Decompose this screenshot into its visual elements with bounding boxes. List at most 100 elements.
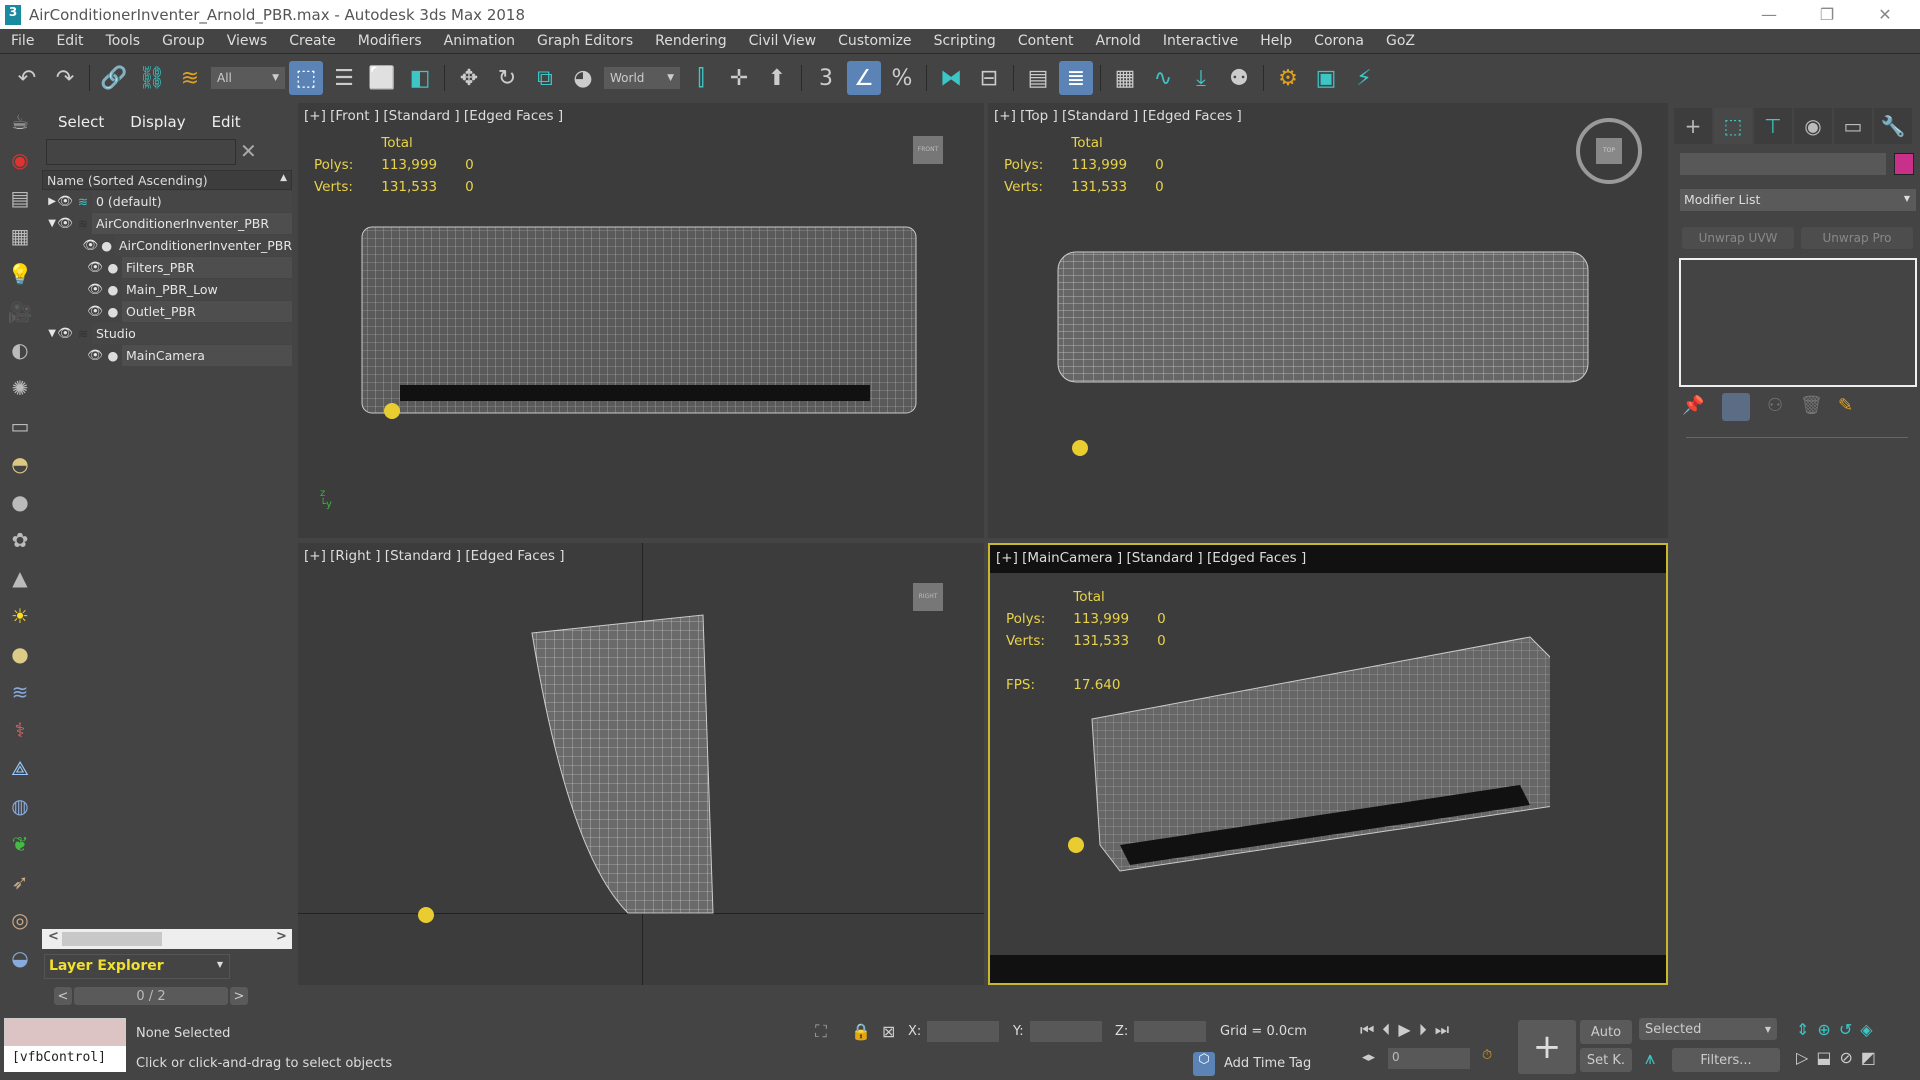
menu-edit[interactable]: Edit xyxy=(45,33,94,49)
window-crossing-icon[interactable]: ◧ xyxy=(403,61,437,95)
hierarchy-tab-icon[interactable]: ⊤ xyxy=(1754,108,1792,144)
viewport-right[interactable]: [+] [Right ] [Standard ] [Edged Faces ] … xyxy=(298,543,984,985)
render-icon[interactable]: ◉ xyxy=(0,141,40,179)
cone-icon[interactable]: ▲ xyxy=(0,559,40,597)
next-frame-icon[interactable]: ⏵ xyxy=(1419,1020,1435,1039)
maxscript-listener-pink[interactable] xyxy=(4,1018,126,1046)
orbit-subobject-icon[interactable]: ⊘ xyxy=(1839,1048,1860,1067)
percent-snap-icon[interactable]: % xyxy=(885,61,919,95)
set-key-button[interactable]: Set K. xyxy=(1580,1048,1632,1072)
viewcube[interactable]: RIGHT xyxy=(913,583,943,611)
select-by-name-icon[interactable]: ☰ xyxy=(327,61,361,95)
reference-coordinate-dropdown[interactable]: World ▼ xyxy=(604,67,680,89)
group-icon[interactable]: ▭ xyxy=(0,407,40,445)
teapot-icon[interactable]: ☕ xyxy=(0,103,40,141)
material-ball-icon[interactable]: ● xyxy=(0,635,40,673)
expand-toggle-icon[interactable]: ▼ xyxy=(42,218,56,229)
modify-tab-icon[interactable]: ⬚ xyxy=(1714,108,1752,144)
xref-icon[interactable]: ⟁ xyxy=(0,749,40,787)
foliage-icon[interactable]: ❦ xyxy=(0,825,40,863)
create-tab-icon[interactable]: + xyxy=(1674,108,1712,144)
zoom-icon[interactable]: ⇕ xyxy=(1796,1020,1817,1039)
absolute-mode-icon[interactable]: ⊠ xyxy=(882,1022,895,1041)
explorer-row[interactable]: ▶ 👁 ≋ 0 (default) xyxy=(42,190,292,212)
menu-interactive[interactable]: Interactive xyxy=(1152,33,1249,49)
next-page-button[interactable]: > xyxy=(230,987,248,1005)
link-icon[interactable]: 🔗 xyxy=(97,61,131,95)
menu-create[interactable]: Create xyxy=(278,33,347,49)
object-name-input[interactable] xyxy=(1680,153,1886,175)
menu-customize[interactable]: Customize xyxy=(827,33,923,49)
y-coordinate-field[interactable] xyxy=(1030,1021,1102,1042)
bone-icon[interactable]: ⚕ xyxy=(0,711,40,749)
set-key-large-button[interactable]: + xyxy=(1518,1020,1576,1074)
visibility-eye-icon[interactable]: 👁 xyxy=(56,193,74,209)
explorer-row[interactable]: ▼ 👁 ≋ Studio xyxy=(42,322,292,344)
move-icon[interactable]: ✥ xyxy=(452,61,486,95)
particle-icon[interactable]: ✿ xyxy=(0,521,40,559)
field-of-view-icon[interactable]: ▷ xyxy=(1796,1048,1816,1067)
show-end-result-icon[interactable] xyxy=(1722,393,1750,421)
isolate-selection-icon[interactable]: ⛶ xyxy=(815,1022,827,1042)
visibility-eye-icon[interactable]: 👁 xyxy=(56,325,74,341)
rectangular-selection-icon[interactable]: ⬜ xyxy=(365,61,399,95)
selection-filter-dropdown[interactable]: All ▼ xyxy=(211,67,285,89)
prev-page-button[interactable]: < xyxy=(54,987,72,1005)
menu-content[interactable]: Content xyxy=(1007,33,1085,49)
menu-file[interactable]: File xyxy=(0,33,45,49)
add-time-tag-button[interactable]: Add Time Tag xyxy=(1224,1056,1311,1071)
orbit-icon[interactable]: ↺ xyxy=(1839,1020,1860,1039)
keyboard-shortcut-override-icon[interactable]: ⬆ xyxy=(760,61,794,95)
scene-explorer-icon[interactable]: ▤ xyxy=(1021,61,1055,95)
menu-animation[interactable]: Animation xyxy=(433,33,526,49)
previous-frame-icon[interactable]: ⏴ xyxy=(1382,1020,1398,1039)
pan-icon[interactable]: ⬓ xyxy=(1816,1048,1839,1067)
viewport-label[interactable]: [+] [Top ] [Standard ] [Edged Faces ] xyxy=(994,108,1242,124)
menu-corona[interactable]: Corona xyxy=(1303,33,1375,49)
menu-tools[interactable]: Tools xyxy=(95,33,152,49)
display-all-icon[interactable]: ▦ xyxy=(0,217,40,255)
motion-tab-icon[interactable]: ◉ xyxy=(1794,108,1832,144)
explorer-row[interactable]: 👁 ● Main_PBR_Low xyxy=(42,278,292,300)
camera-icon[interactable]: 🎥 xyxy=(0,293,40,331)
select-manipulate-icon[interactable]: ✛ xyxy=(722,61,756,95)
place-icon[interactable]: ◕ xyxy=(566,61,600,95)
select-object-icon[interactable]: ⬚ xyxy=(289,61,323,95)
menu-scripting[interactable]: Scripting xyxy=(923,33,1007,49)
pin-stack-icon[interactable]: 📌 xyxy=(1682,395,1704,416)
key-mode-toggle-icon[interactable]: ◂▸ xyxy=(1362,1050,1375,1065)
horizontal-scrollbar[interactable]: < > xyxy=(42,929,292,949)
explorer-row[interactable]: 👁 ● Outlet_PBR xyxy=(42,300,292,322)
pivot-center-icon[interactable]: ⫿ xyxy=(684,61,718,95)
explorer-row[interactable]: 👁 ● MainCamera xyxy=(42,344,292,366)
visibility-eye-icon[interactable]: 👁 xyxy=(56,215,74,231)
unlink-icon[interactable]: ⛓ xyxy=(135,61,169,95)
snaps-toggle-icon[interactable]: 3 xyxy=(809,61,843,95)
explorer-row[interactable]: 👁 ● AirConditionerInventer_PBR xyxy=(42,234,293,256)
render-setup-icon[interactable]: ⚙ xyxy=(1271,61,1305,95)
auto-key-button[interactable]: Auto xyxy=(1580,1020,1632,1044)
visibility-eye-icon[interactable]: 👁 xyxy=(82,237,98,253)
mirror-icon[interactable]: ⧓ xyxy=(934,61,968,95)
time-tag-icon[interactable]: ⬡ xyxy=(1193,1052,1215,1076)
align-icon[interactable]: ⊟ xyxy=(972,61,1006,95)
render-production-icon[interactable]: ⚡ xyxy=(1347,61,1381,95)
undo-icon[interactable]: ↶ xyxy=(10,61,44,95)
display-none-icon[interactable]: ▤ xyxy=(0,179,40,217)
scroll-left-icon[interactable]: < xyxy=(48,929,59,944)
modifier-stack[interactable] xyxy=(1679,258,1917,387)
bind-space-warp-icon[interactable]: ≋ xyxy=(173,61,207,95)
minimize-button[interactable]: — xyxy=(1740,0,1798,29)
zoom-all-icon[interactable]: ⊕ xyxy=(1817,1020,1838,1039)
redo-icon[interactable]: ↷ xyxy=(48,61,82,95)
current-frame-field[interactable]: 0 xyxy=(1388,1048,1470,1069)
layer-explorer-icon[interactable]: ≣ xyxy=(1059,61,1093,95)
viewport-top[interactable]: [+] [Top ] [Standard ] [Edged Faces ] To… xyxy=(988,103,1668,538)
menu-civil-view[interactable]: Civil View xyxy=(738,33,827,49)
explorer-search-input[interactable] xyxy=(46,139,236,165)
play-icon[interactable]: ▶ xyxy=(1398,1020,1418,1039)
configure-modifier-sets-icon[interactable]: ✎ xyxy=(1838,395,1853,416)
maxscript-input[interactable]: [vfbControl] xyxy=(4,1046,126,1072)
object-color-swatch[interactable] xyxy=(1894,153,1914,175)
viewport-label[interactable]: [+] [Front ] [Standard ] [Edged Faces ] xyxy=(304,108,563,124)
